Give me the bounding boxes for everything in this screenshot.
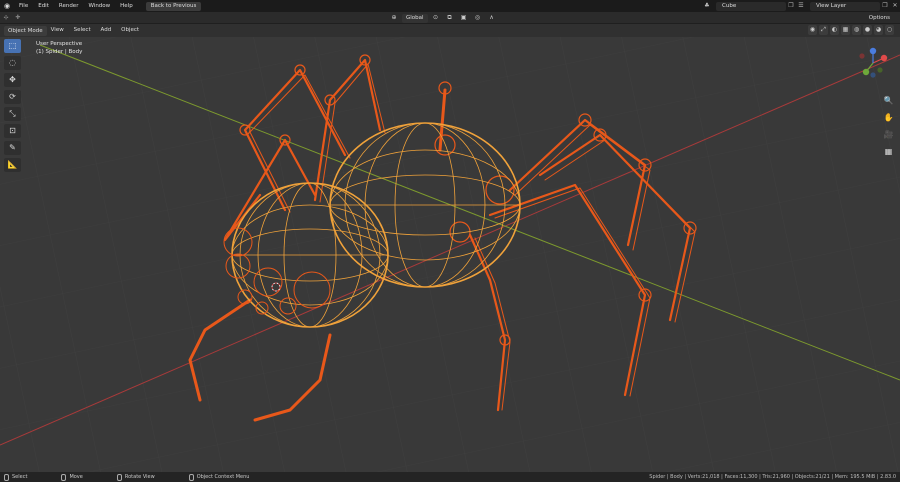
menu-help[interactable]: Help — [115, 0, 138, 12]
neg-z-axis-handle[interactable] — [870, 72, 876, 78]
orientation-dropdown[interactable]: Global — [402, 13, 428, 23]
scale-tool-icon[interactable]: ⤡ — [4, 107, 21, 121]
viewport-header: Object Mode View Select Add Object ◉ ⤢ ◐… — [0, 24, 900, 37]
menu-render[interactable]: Render — [54, 0, 84, 12]
perspective-label: User Perspective — [36, 41, 83, 47]
menu-select[interactable]: Select — [70, 27, 95, 33]
transform-tool-icon[interactable]: ✛ — [12, 13, 24, 23]
blender-logo-icon[interactable]: ◉ — [0, 0, 14, 12]
tool-header: ⊹ ✛ ⊕ Global ⊙ ⧉ ▣ ◎ ∧ Options — [0, 12, 900, 24]
copy-scene-icon[interactable]: ❐ — [786, 1, 796, 11]
annotate-tool-icon[interactable]: ✎ — [4, 141, 21, 155]
remove-layer-icon[interactable]: ✕ — [890, 1, 900, 11]
material-shading-icon[interactable]: ◕ — [874, 25, 883, 35]
navigation-gizmo[interactable] — [856, 46, 890, 80]
scene-icon[interactable]: ♣ — [702, 1, 712, 11]
menu-add[interactable]: Add — [97, 27, 116, 33]
scene-field[interactable]: Cube — [716, 1, 786, 11]
topbar-right: ♣ Cube ❐ ☰ View Layer ❐ ✕ — [702, 0, 900, 12]
menu-object[interactable]: Object — [117, 27, 143, 33]
wireframe-shading-icon[interactable]: ◍ — [852, 25, 861, 35]
object-mode-dropdown[interactable]: Object Mode — [4, 25, 47, 36]
menu-window[interactable]: Window — [83, 0, 115, 12]
rendered-shading-icon[interactable]: ○ — [885, 25, 894, 35]
pan-hand-icon[interactable]: ✋ — [883, 112, 894, 123]
neg-x-axis-handle[interactable] — [859, 53, 865, 59]
snap-target-icon[interactable]: ▣ — [458, 13, 470, 23]
hint-context-menu: Object Context Menu — [188, 473, 249, 481]
viewport-scene — [0, 37, 900, 472]
move-tool-icon[interactable]: ✥ — [4, 73, 21, 87]
viewport-shading-controls: ◉ ⤢ ◐ ▦ ◍ ● ◕ ○ — [808, 25, 894, 35]
overlay-toggle-icon[interactable]: ◐ — [830, 25, 839, 35]
copy-layer-icon[interactable]: ❐ — [880, 1, 890, 11]
main-menu: File Edit Render Window Help — [14, 0, 138, 12]
visibility-icon[interactable]: ◉ — [808, 25, 817, 35]
x-axis-handle[interactable] — [880, 54, 888, 62]
pivot-icon[interactable]: ⊙ — [430, 13, 442, 23]
measure-tool-icon[interactable]: 📐 — [4, 158, 21, 172]
mouse-middle-drag-icon — [116, 473, 122, 481]
active-object-label: (1) Spider | Body — [36, 49, 83, 55]
hint-select: Select — [4, 473, 27, 481]
mouse-left-icon — [4, 473, 9, 481]
solid-shading-icon[interactable]: ● — [863, 25, 872, 35]
rotate-tool-icon[interactable]: ⟳ — [4, 90, 21, 104]
view-layer-field[interactable]: View Layer — [810, 1, 880, 11]
grid-view-icon[interactable]: ▦ — [883, 146, 894, 157]
xray-toggle-icon[interactable]: ▦ — [841, 25, 850, 35]
editor-type-icon[interactable]: ⊹ — [0, 13, 12, 23]
camera-icon[interactable]: 🎥 — [883, 129, 894, 140]
hint-rotate-view: Rotate View — [116, 473, 155, 481]
hint-move: Move — [61, 473, 83, 481]
navigation-controls: 🔍 ✋ 🎥 ▦ — [883, 95, 894, 157]
menu-edit[interactable]: Edit — [33, 0, 54, 12]
mouse-right-icon — [188, 473, 194, 481]
menu-file[interactable]: File — [14, 0, 33, 12]
back-to-previous-button[interactable]: Back to Previous — [145, 1, 202, 11]
orientation-icon: ⊕ — [391, 14, 397, 21]
status-bar: Select Move Rotate View Object Context M… — [0, 472, 900, 482]
left-toolbar: ⬚ ◌ ✥ ⟳ ⤡ ⊡ ✎ 📐 — [4, 39, 22, 172]
viewport-menu: View Select Add Object — [47, 24, 143, 37]
select-box-tool-icon[interactable]: ⬚ — [4, 39, 21, 53]
view-layer-icon[interactable]: ☰ — [796, 1, 806, 11]
snap-icon[interactable]: ⧉ — [444, 13, 456, 23]
spider-head — [231, 182, 389, 328]
3d-viewport[interactable]: User Perspective (1) Spider | Body — [0, 37, 900, 472]
falloff-icon[interactable]: ∧ — [486, 13, 498, 23]
options-dropdown[interactable]: Options — [869, 13, 890, 23]
transform-tool-icon[interactable]: ⊡ — [4, 124, 21, 138]
z-axis-handle[interactable] — [869, 47, 877, 55]
transform-settings: ⊕ Global ⊙ ⧉ ▣ ◎ ∧ — [388, 13, 498, 23]
neg-y-axis-handle[interactable] — [877, 67, 883, 73]
top-bar: ◉ File Edit Render Window Help Back to P… — [0, 0, 900, 12]
mouse-middle-icon — [61, 473, 67, 481]
gizmo-toggle-icon[interactable]: ⤢ — [819, 25, 828, 35]
zoom-icon[interactable]: 🔍 — [883, 95, 894, 106]
menu-view[interactable]: View — [47, 27, 68, 33]
floor-grid — [0, 37, 900, 472]
cursor-tool-icon[interactable]: ◌ — [4, 56, 21, 70]
proportional-edit-icon[interactable]: ◎ — [472, 13, 484, 23]
scene-statistics: Spider | Body | Verts:21,018 | Faces:11,… — [649, 474, 896, 480]
y-axis-handle[interactable] — [862, 68, 870, 76]
